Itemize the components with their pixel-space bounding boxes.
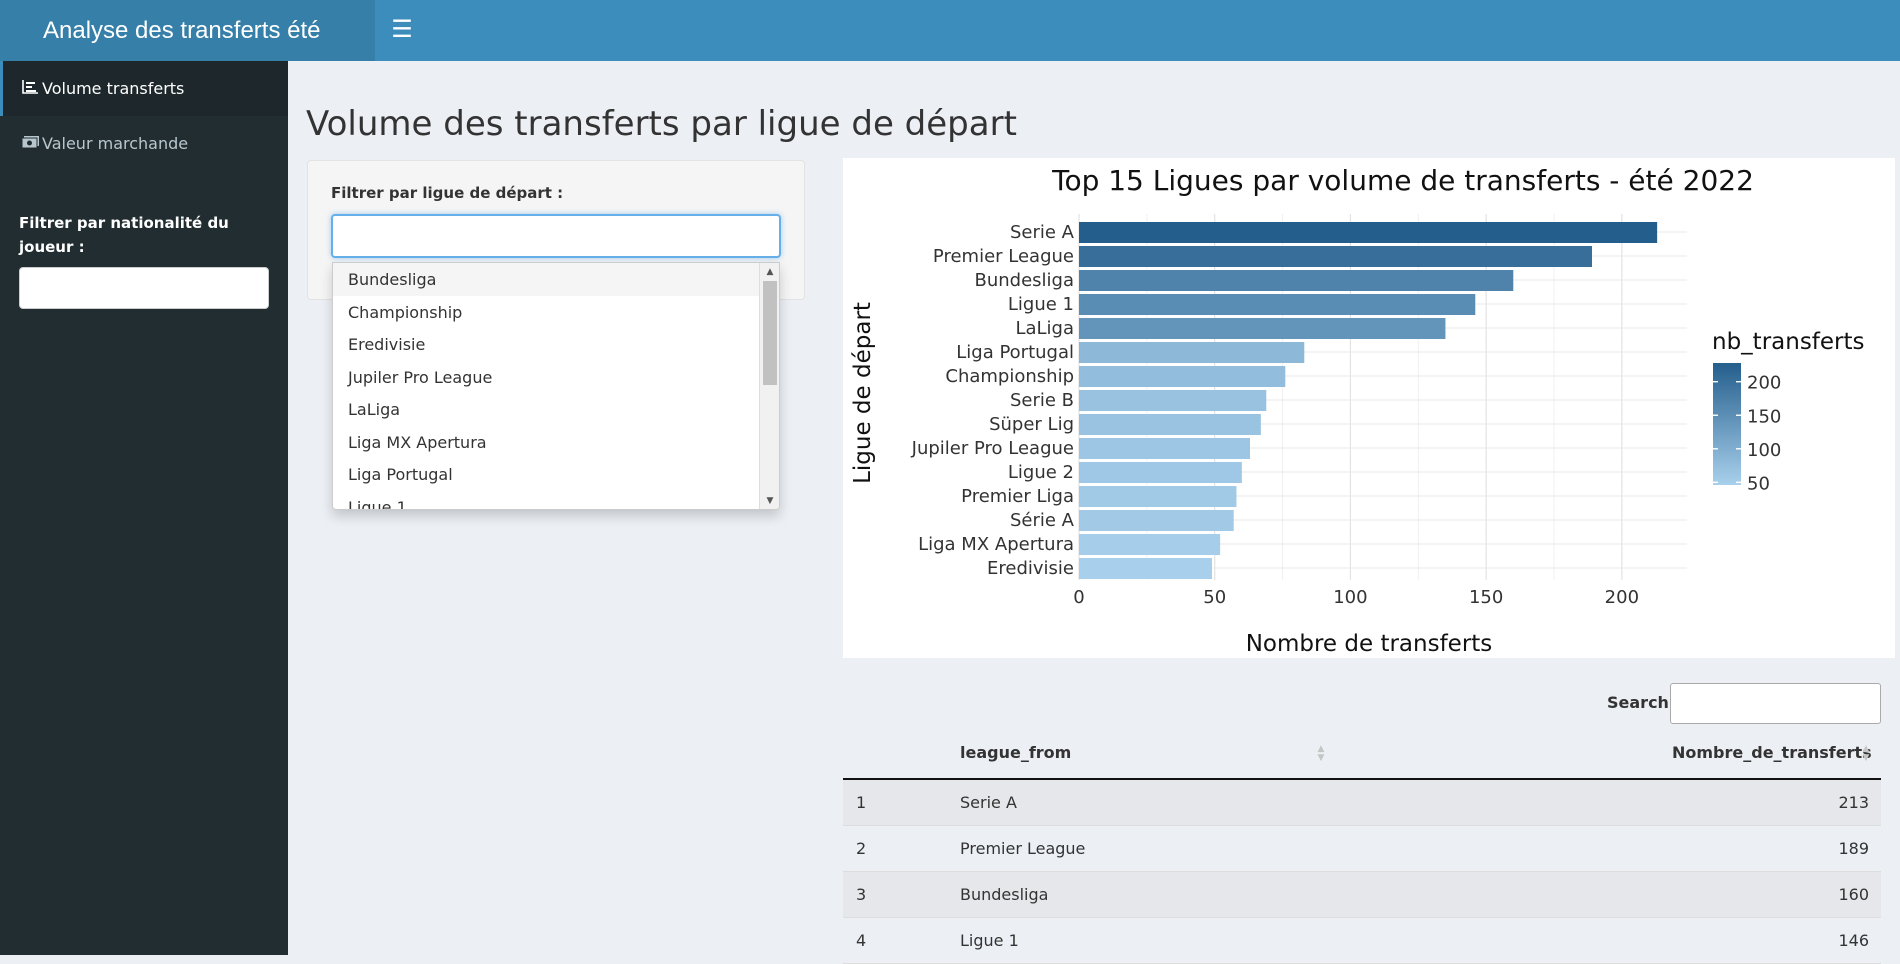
row-league: Premier League — [960, 839, 1086, 858]
row-league: Bundesliga — [960, 885, 1049, 904]
scroll-up-arrow-icon[interactable]: ▲ — [764, 266, 776, 278]
legend-title: nb_transferts — [1712, 329, 1865, 355]
table-search-input[interactable] — [1670, 683, 1881, 724]
category-label: Ligue 2 — [1008, 462, 1074, 483]
top-header: Analyse des transferts été ☰ — [0, 0, 1900, 61]
dropdown-option[interactable]: Liga Portugal — [333, 458, 759, 491]
dropdown-option[interactable]: Liga MX Apertura — [333, 426, 759, 459]
sidebar-item-label: Volume transferts — [42, 79, 185, 98]
dropdown-option[interactable]: Eredivisie — [333, 328, 759, 361]
x-tick-label: 150 — [1469, 587, 1503, 608]
category-label: Jupiler Pro League — [911, 438, 1074, 459]
category-label: Süper Lig — [989, 414, 1074, 435]
sidebar-item-label: Valeur marchande — [42, 134, 189, 153]
league-dropdown-menu: Bundesliga Championship Eredivisie Jupil… — [332, 262, 780, 510]
dropdown-scrollbar[interactable]: ▲ ▼ — [759, 263, 779, 509]
category-label: Liga Portugal — [956, 342, 1074, 363]
row-count: 146 — [1838, 931, 1869, 950]
category-label: Série A — [1010, 510, 1075, 531]
row-index: 3 — [856, 885, 867, 904]
category-label: LaLiga — [1015, 318, 1074, 339]
column-header-league[interactable]: league_from — [960, 732, 1071, 778]
x-tick-label: 100 — [1333, 587, 1367, 608]
table-row[interactable]: 4 Ligue 1 146 — [843, 918, 1881, 964]
league-filter-label: Filtrer par ligue de départ : — [331, 184, 564, 202]
sidebar-toggle-button[interactable]: ☰ — [375, 0, 429, 61]
chart-title: Top 15 Ligues par volume de transferts -… — [1051, 164, 1754, 197]
page-title: Volume des transferts par ligue de dépar… — [306, 104, 1017, 144]
category-label: Eredivisie — [987, 558, 1074, 579]
league-filter-input[interactable] — [331, 214, 781, 258]
row-index: 2 — [856, 839, 867, 858]
chart-svg: Serie A Premier League Bundesliga Ligue 1 La… — [850, 164, 1865, 657]
scrollbar-thumb[interactable] — [763, 281, 777, 385]
row-count: 213 — [1838, 793, 1869, 812]
category-label: Liga MX Apertura — [918, 534, 1074, 555]
bar — [1079, 342, 1305, 363]
y-axis-title: Ligue de départ — [850, 302, 876, 484]
table-row[interactable]: 3 Bundesliga 160 — [843, 872, 1881, 918]
bar — [1079, 318, 1446, 339]
row-index: 1 — [856, 793, 867, 812]
bar — [1079, 270, 1514, 291]
dropdown-option[interactable]: LaLiga — [333, 393, 759, 426]
category-label: Bundesliga — [974, 270, 1074, 291]
x-tick-label: 50 — [1203, 587, 1226, 608]
legend-label: 150 — [1747, 406, 1781, 427]
dropdown-option[interactable]: Bundesliga — [333, 263, 759, 296]
app-title: Analyse des transferts été — [0, 0, 375, 61]
bar — [1079, 414, 1261, 435]
nationality-filter-label: Filtrer par nationalité du joueur : — [19, 214, 229, 256]
bar — [1079, 246, 1592, 267]
hamburger-icon: ☰ — [391, 15, 413, 43]
bar — [1079, 462, 1242, 483]
sidebar: Volume transferts Valeur marchande Filtr… — [0, 61, 288, 955]
table-search-label: Search: — [1607, 693, 1676, 712]
x-axis-title: Nombre de transferts — [1246, 631, 1493, 657]
table-row[interactable]: 1 Serie A 213 — [843, 780, 1881, 826]
table-row[interactable]: 2 Premier League 189 — [843, 826, 1881, 872]
dropdown-option[interactable]: Ligue 1 — [333, 491, 759, 509]
bar — [1079, 510, 1234, 531]
row-league: Serie A — [960, 793, 1017, 812]
category-label: Serie A — [1010, 222, 1075, 243]
row-count: 189 — [1838, 839, 1869, 858]
x-tick-label: 200 — [1605, 587, 1639, 608]
bar — [1079, 222, 1658, 243]
bar — [1079, 534, 1221, 555]
bar — [1079, 366, 1286, 387]
sort-icon[interactable]: ▲ ▼ — [1860, 745, 1872, 763]
dropdown-option[interactable]: Jupiler Pro League — [333, 361, 759, 394]
row-index: 4 — [856, 931, 867, 950]
category-label: Championship — [945, 366, 1074, 387]
transfers-bar-chart: Serie A Premier League Bundesliga Ligue 1 La… — [843, 158, 1895, 658]
nationality-filter-input[interactable] — [19, 267, 269, 309]
category-label: Ligue 1 — [1008, 294, 1074, 315]
bar — [1079, 294, 1476, 315]
category-label: Premier League — [933, 246, 1074, 267]
category-label: Serie B — [1010, 390, 1074, 411]
legend-label: 100 — [1747, 440, 1781, 461]
bar-chart-icon — [22, 62, 42, 117]
legend-label: 50 — [1747, 473, 1770, 494]
bar — [1079, 558, 1212, 579]
category-label: Premier Liga — [961, 486, 1074, 507]
sidebar-item-volume-transferts[interactable]: Volume transferts — [0, 61, 288, 116]
sidebar-item-valeur-marchande[interactable]: Valeur marchande — [0, 116, 288, 171]
money-icon — [21, 117, 42, 172]
bar — [1079, 438, 1250, 459]
scroll-down-arrow-icon[interactable]: ▼ — [764, 495, 776, 507]
legend-label: 200 — [1747, 373, 1781, 394]
bar — [1079, 486, 1237, 507]
row-count: 160 — [1838, 885, 1869, 904]
bar — [1079, 390, 1267, 411]
row-league: Ligue 1 — [960, 931, 1019, 950]
dropdown-option[interactable]: Championship — [333, 296, 759, 329]
column-header-count[interactable]: Nombre_de_transferts — [1672, 732, 1872, 778]
sort-icon[interactable]: ▲ ▼ — [1315, 745, 1327, 763]
x-tick-label: 0 — [1073, 587, 1084, 608]
